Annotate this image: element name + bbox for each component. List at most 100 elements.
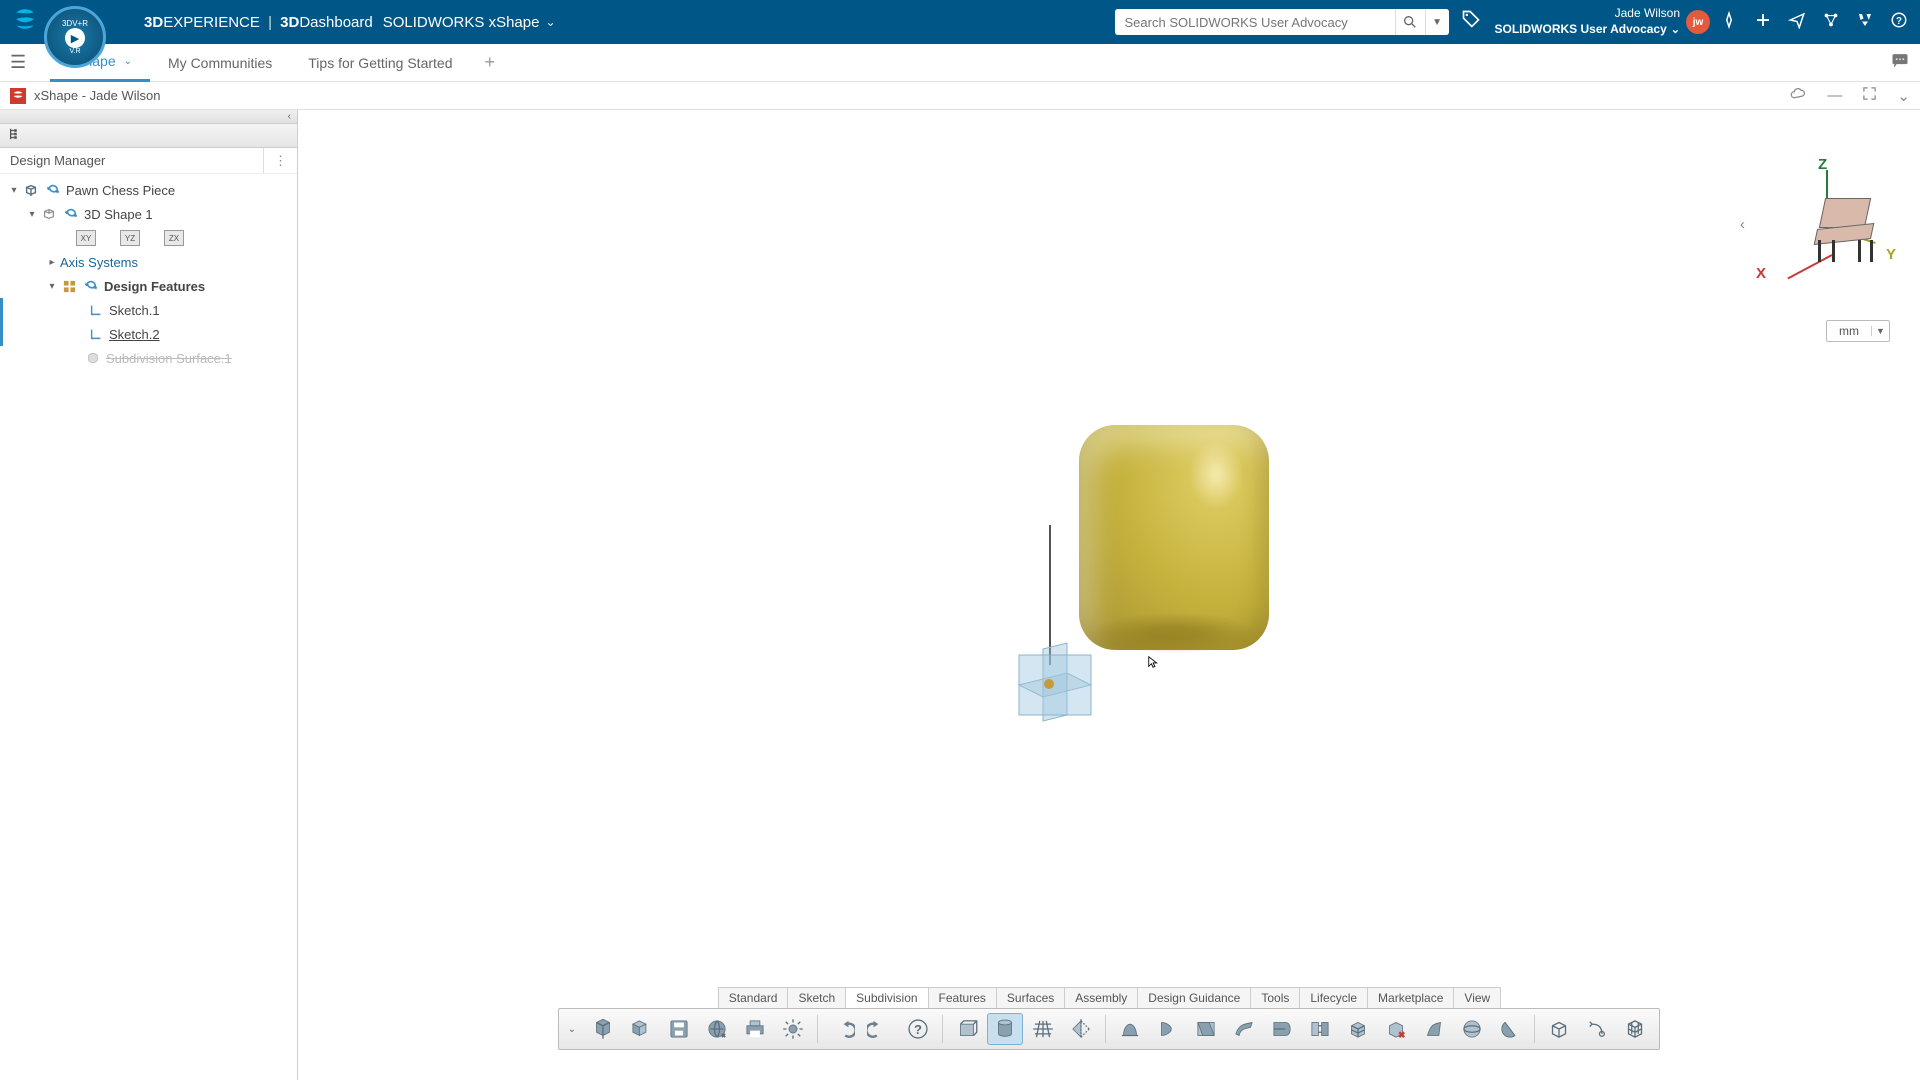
tree-root[interactable]: Pawn Chess Piece — [0, 178, 297, 202]
view-cube-chair-icon[interactable] — [1822, 198, 1872, 258]
search-dropdown-caret[interactable]: ▼ — [1425, 9, 1449, 35]
origin-planes[interactable] — [995, 625, 1115, 745]
hamburger-icon[interactable]: ☰ — [10, 52, 26, 73]
nav-tab-tips[interactable]: Tips for Getting Started — [290, 44, 470, 82]
axis-z-label: Z — [1818, 156, 1827, 173]
add-tab-icon[interactable]: + — [470, 52, 509, 73]
tool-save[interactable] — [661, 1013, 697, 1045]
tag-icon[interactable] — [1461, 9, 1481, 35]
btab-sketch[interactable]: Sketch — [787, 987, 846, 1008]
compass-icon[interactable]: 3DV+R ▶ V.R — [44, 6, 106, 68]
chevron-down-icon: ⌄ — [1671, 23, 1680, 37]
fullscreen-icon[interactable] — [1862, 86, 1877, 105]
btab-features[interactable]: Features — [928, 987, 997, 1008]
apps-icon[interactable] — [1856, 11, 1874, 34]
avatar[interactable]: jw — [1686, 10, 1710, 34]
tool-subdivide-cube[interactable] — [1340, 1013, 1376, 1045]
tool-cage[interactable] — [1617, 1013, 1653, 1045]
tree-subdiv-surface[interactable]: Subdivision Surface.1 — [0, 346, 297, 370]
app-name-dropdown[interactable]: SOLIDWORKS xShape ⌄ — [383, 14, 556, 31]
svg-text:?: ? — [914, 1022, 922, 1037]
chevron-down-icon: ⌄ — [545, 15, 555, 29]
shape-icon — [40, 206, 58, 222]
toolbar-collapse-icon[interactable]: ⌄ — [565, 1024, 579, 1035]
search-input[interactable] — [1115, 9, 1395, 35]
svg-text:?: ? — [1896, 15, 1902, 26]
btab-tools[interactable]: Tools — [1250, 987, 1300, 1008]
tool-redo[interactable] — [862, 1013, 898, 1045]
tool-bend[interactable] — [1264, 1013, 1300, 1045]
document-title: xShape - Jade Wilson — [34, 88, 160, 103]
panel-collapse-handle[interactable]: ‹ — [0, 110, 297, 124]
model-primitive[interactable] — [1079, 425, 1269, 650]
tool-select-loop[interactable] — [1579, 1013, 1615, 1045]
tool-bridge[interactable] — [1302, 1013, 1338, 1045]
tool-grid-plane[interactable] — [1025, 1013, 1061, 1045]
panel-menu-icon[interactable]: ⋮ — [263, 148, 287, 173]
sketch-icon — [87, 326, 105, 342]
btab-marketplace[interactable]: Marketplace — [1367, 987, 1454, 1008]
tool-sphere[interactable] — [1454, 1013, 1490, 1045]
user-org-dropdown[interactable]: SOLIDWORKS User Advocacy ⌄ — [1495, 22, 1680, 38]
tool-symmetry[interactable] — [1063, 1013, 1099, 1045]
tool-delete-face[interactable] — [1378, 1013, 1414, 1045]
btab-surfaces[interactable]: Surfaces — [996, 987, 1065, 1008]
tool-undo[interactable] — [824, 1013, 860, 1045]
plane-yz-icon[interactable]: YZ — [120, 230, 140, 246]
tree-sketch2[interactable]: Sketch.2 — [0, 322, 297, 346]
tree-design-features[interactable]: Design Features — [0, 274, 297, 298]
tool-open[interactable] — [623, 1013, 659, 1045]
tree-axis-systems[interactable]: Axis Systems — [0, 250, 297, 274]
network-icon[interactable] — [1822, 11, 1840, 34]
units-dropdown[interactable]: mm ▼ — [1826, 320, 1890, 342]
orientation-widget[interactable]: ‹ Z Y X — [1760, 160, 1890, 290]
tool-share[interactable] — [699, 1013, 735, 1045]
tool-crease[interactable] — [1416, 1013, 1452, 1045]
app-icon — [10, 88, 26, 104]
share-icon[interactable] — [1788, 11, 1806, 34]
chat-icon[interactable] — [1890, 50, 1910, 75]
btab-standard[interactable]: Standard — [718, 987, 789, 1008]
features-icon — [60, 278, 78, 294]
chevron-down-icon[interactable]: ⌄ — [1897, 87, 1910, 105]
tool-help[interactable]: ? — [900, 1013, 936, 1045]
tool-revolve[interactable] — [1150, 1013, 1186, 1045]
tree-sketch1[interactable]: Sketch.1 — [0, 298, 297, 322]
tool-new[interactable] — [585, 1013, 621, 1045]
tool-extrude[interactable] — [1112, 1013, 1148, 1045]
tool-settings[interactable] — [775, 1013, 811, 1045]
help-icon[interactable]: ? — [1890, 11, 1908, 34]
search-button[interactable] — [1395, 9, 1425, 35]
bottom-tools-row: ⌄ ? — [558, 1008, 1660, 1050]
orientation-expand-icon[interactable]: ‹ — [1740, 216, 1745, 233]
refresh-icon — [44, 182, 62, 198]
tool-primitive-cylinder[interactable] — [987, 1013, 1023, 1045]
tree-icon[interactable] — [8, 127, 22, 144]
nav-tab-communities[interactable]: My Communities — [150, 44, 290, 82]
origin-point[interactable] — [1044, 679, 1054, 689]
minimize-icon[interactable]: — — [1827, 87, 1842, 104]
user-name: Jade Wilson — [1615, 6, 1680, 22]
cloud-icon[interactable] — [1789, 85, 1807, 107]
tree-shape[interactable]: 3D Shape 1 — [0, 202, 297, 226]
btab-subdivision[interactable]: Subdivision — [845, 987, 928, 1008]
search-box: ▼ — [1115, 9, 1449, 35]
btab-lifecycle[interactable]: Lifecycle — [1299, 987, 1368, 1008]
cube-icon — [22, 182, 40, 198]
feature-tree: Pawn Chess Piece 3D Shape 1 XY YZ ZX Axi… — [0, 174, 297, 374]
tool-wireframe-cube[interactable] — [1541, 1013, 1577, 1045]
btab-assembly[interactable]: Assembly — [1064, 987, 1138, 1008]
add-icon[interactable] — [1754, 11, 1772, 34]
tool-sweep[interactable] — [1226, 1013, 1262, 1045]
plane-xy-icon[interactable]: XY — [76, 230, 96, 246]
home-icon[interactable] — [1720, 11, 1738, 34]
header-action-icons: ? — [1720, 11, 1908, 34]
plane-zx-icon[interactable]: ZX — [164, 230, 184, 246]
btab-design-guidance[interactable]: Design Guidance — [1137, 987, 1251, 1008]
tool-primitive-box[interactable] — [949, 1013, 985, 1045]
tool-shell[interactable] — [1492, 1013, 1528, 1045]
tool-print[interactable] — [737, 1013, 773, 1045]
viewport-3d[interactable]: ‹ Z Y X mm ▼ Standard Sketch Subdivi — [298, 110, 1920, 1080]
btab-view[interactable]: View — [1453, 987, 1501, 1008]
tool-loft[interactable] — [1188, 1013, 1224, 1045]
